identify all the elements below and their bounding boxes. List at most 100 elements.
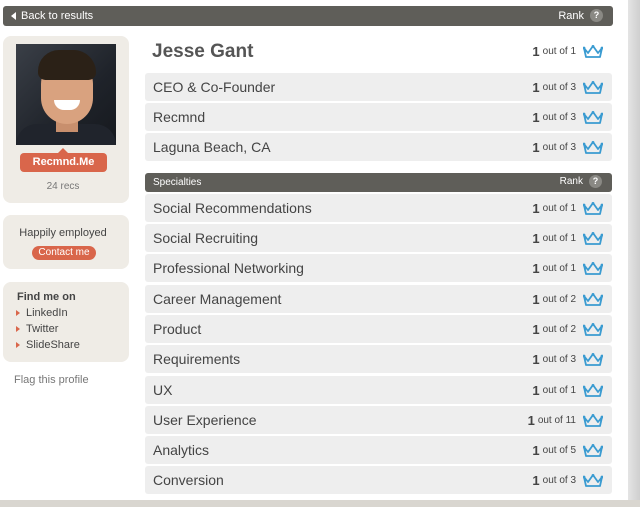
row-label: Laguna Beach, CA (153, 139, 271, 155)
crown-icon[interactable] (583, 293, 603, 306)
specialties-header: Specialties Rank ? (145, 173, 612, 192)
specialty-row[interactable]: Product 1 out of 2 (145, 315, 612, 343)
rank-number: 1 (532, 383, 540, 398)
slideshare-link[interactable]: SlideShare (16, 339, 80, 351)
rank-total: out of 1 (542, 46, 576, 57)
specialty-row[interactable]: Requirements 1 out of 3 (145, 345, 612, 373)
row-rank: 1 out of 2 (532, 322, 603, 337)
recmnd-me-button[interactable]: Recmnd.Me (20, 148, 107, 172)
row-rank: 1 out of 2 (532, 292, 603, 307)
detail-row-location[interactable]: Laguna Beach, CA 1 out of 3 (145, 133, 612, 161)
row-label: Career Management (153, 291, 282, 307)
crown-icon[interactable] (583, 262, 603, 275)
specialty-row[interactable]: Social Recommendations 1 out of 1 (145, 194, 612, 222)
results-bar: Back to results Rank ? (3, 6, 613, 26)
crown-icon[interactable] (583, 202, 603, 215)
specialty-row[interactable]: Analytics 1 out of 5 (145, 436, 612, 464)
crown-icon[interactable] (583, 353, 603, 366)
profile-card (3, 36, 129, 203)
row-label: Conversion (153, 472, 224, 488)
crown-icon[interactable] (583, 111, 603, 124)
crown-icon[interactable] (583, 232, 603, 245)
row-rank: 1 out of 3 (532, 140, 603, 155)
rank-total: out of 11 (537, 415, 576, 426)
row-rank: 1 out of 1 (532, 201, 603, 216)
rank-total: out of 3 (542, 475, 576, 486)
rank-total: out of 3 (542, 82, 576, 93)
row-label: Recmnd (153, 109, 206, 125)
row-rank: 1 out of 1 (532, 383, 603, 398)
crown-icon[interactable] (583, 474, 603, 487)
specialties-label: Specialties (153, 177, 202, 188)
rank-number: 1 (532, 110, 540, 125)
row-label: User Experience (153, 412, 257, 428)
crown-icon[interactable] (583, 414, 603, 427)
rank-number: 1 (532, 44, 540, 59)
specialty-row[interactable]: Social Recruiting 1 out of 1 (145, 224, 612, 252)
profile-name: Jesse Gant (152, 41, 254, 62)
crown-icon[interactable] (583, 384, 603, 397)
specialty-row[interactable]: Conversion 1 out of 3 (145, 466, 612, 494)
row-label: Product (153, 321, 202, 337)
rank-total: out of 2 (542, 294, 576, 305)
row-label: Social Recruiting (153, 230, 259, 246)
rank-label: Rank (558, 9, 584, 22)
rank-number: 1 (532, 231, 540, 246)
specialty-row[interactable]: User Experience 1 out of 11 (145, 406, 612, 434)
rank-number: 1 (532, 473, 540, 488)
row-label: Analytics (153, 442, 210, 458)
help-icon[interactable]: ? (590, 9, 603, 22)
rank-header: Rank ? (560, 175, 602, 188)
rank-total: out of 2 (542, 324, 576, 335)
crown-icon[interactable] (583, 45, 603, 58)
rank-total: out of 1 (542, 263, 576, 274)
caret-right-icon (16, 342, 20, 348)
rank-number: 1 (532, 352, 540, 367)
twitter-link[interactable]: Twitter (16, 323, 58, 335)
name-rank: 1 out of 1 (532, 44, 603, 59)
rank-header: Rank ? (558, 9, 603, 22)
rank-number: 1 (532, 443, 540, 458)
crown-icon[interactable] (583, 323, 603, 336)
window-edge-bottom (0, 500, 640, 507)
window-edge (628, 0, 640, 507)
crown-icon[interactable] (583, 141, 603, 154)
row-rank: 1 out of 3 (532, 80, 603, 95)
link-label: Twitter (26, 323, 59, 335)
detail-row-title[interactable]: CEO & Co-Founder 1 out of 3 (145, 73, 612, 101)
row-label: Requirements (153, 351, 241, 367)
status-card (3, 215, 129, 269)
rank-total: out of 3 (542, 354, 576, 365)
caret-right-icon (16, 326, 20, 332)
help-icon[interactable]: ? (589, 175, 602, 188)
rank-label: Rank (559, 176, 583, 187)
row-rank: 1 out of 11 (528, 413, 603, 428)
contact-me-button[interactable]: Contact me (32, 246, 96, 260)
back-to-results-link[interactable]: Back to results (11, 10, 93, 22)
link-label: SlideShare (26, 339, 80, 351)
rank-number: 1 (532, 292, 540, 307)
row-rank: 1 out of 3 (532, 110, 603, 125)
link-label: LinkedIn (26, 307, 68, 319)
specialty-row[interactable]: UX 1 out of 1 (145, 376, 612, 404)
back-label: Back to results (21, 10, 94, 22)
rank-number: 1 (532, 80, 540, 95)
specialty-row[interactable]: Professional Networking 1 out of 1 (145, 254, 612, 282)
specialty-row[interactable]: Career Management 1 out of 2 (145, 285, 612, 313)
rank-total: out of 5 (542, 445, 576, 456)
crown-icon[interactable] (583, 444, 603, 457)
row-label: CEO & Co-Founder (153, 79, 276, 95)
flag-profile-link[interactable]: Flag this profile (14, 374, 89, 386)
rank-total: out of 1 (542, 233, 576, 244)
rank-total: out of 1 (542, 385, 576, 396)
row-rank: 1 out of 3 (532, 352, 603, 367)
rank-total: out of 1 (542, 203, 576, 214)
caret-right-icon (16, 310, 20, 316)
rank-number: 1 (532, 322, 540, 337)
row-rank: 1 out of 1 (532, 261, 603, 276)
caret-left-icon (11, 12, 16, 20)
linkedin-link[interactable]: LinkedIn (16, 307, 68, 319)
detail-row-company[interactable]: Recmnd 1 out of 3 (145, 103, 612, 131)
crown-icon[interactable] (583, 81, 603, 94)
row-rank: 1 out of 3 (532, 473, 603, 488)
